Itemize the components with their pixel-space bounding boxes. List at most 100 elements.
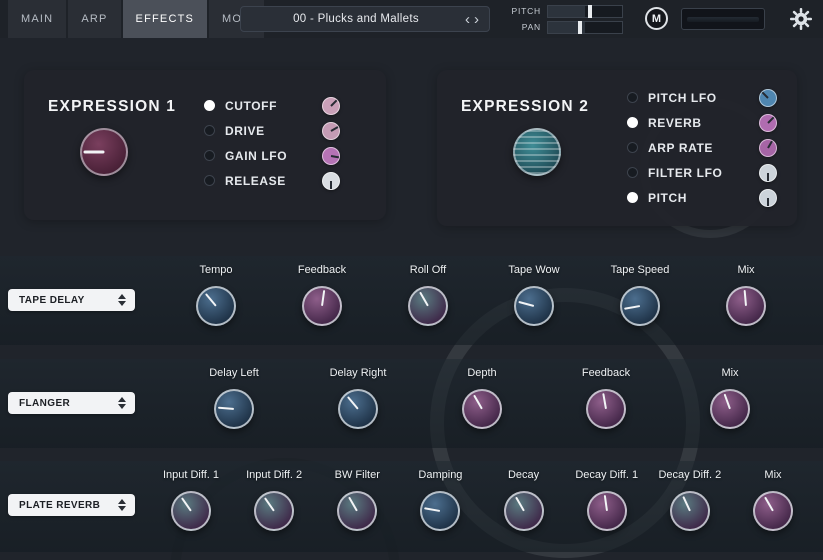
option-knob[interactable]: [759, 139, 777, 157]
knob-label: Damping: [418, 469, 462, 485]
fx-knob-strip: Delay LeftDelay RightDepthFeedbackMix: [190, 367, 774, 429]
knob-tempo[interactable]: [196, 286, 236, 326]
knob-decay[interactable]: [504, 491, 544, 531]
option-radio[interactable]: [627, 192, 638, 203]
option-radio[interactable]: [627, 167, 638, 178]
knob-cell: Input Diff. 2: [234, 469, 314, 531]
knob-cell: Feedback: [278, 264, 366, 326]
expression-option-release[interactable]: RELEASE: [204, 168, 340, 193]
knob-needle: [724, 394, 731, 410]
option-knob[interactable]: [322, 97, 340, 115]
tab-effects[interactable]: EFFECTS: [123, 0, 208, 38]
expression1-knob[interactable]: [80, 128, 128, 176]
preset-selector[interactable]: 00 - Plucks and Mallets ‹ ›: [240, 6, 490, 32]
knob-feedback[interactable]: [302, 286, 342, 326]
pitch-pan-block: PITCH PAN: [505, 4, 633, 36]
knob-bw-filter[interactable]: [337, 491, 377, 531]
knob-mix[interactable]: [726, 286, 766, 326]
option-knob[interactable]: [322, 122, 340, 140]
knob-tape-wow[interactable]: [514, 286, 554, 326]
knob-label: Delay Right: [330, 367, 387, 383]
knob-input-diff-1[interactable]: [171, 491, 211, 531]
settings-gear-icon[interactable]: [789, 7, 813, 31]
knob-cell: Input Diff. 1: [151, 469, 231, 531]
pitch-slider-fill: [548, 6, 585, 17]
preset-next-icon[interactable]: ›: [472, 12, 481, 27]
knob-needle: [205, 293, 217, 307]
option-knob[interactable]: [759, 189, 777, 207]
option-radio[interactable]: [204, 150, 215, 161]
tab-main[interactable]: MAIN: [8, 0, 66, 38]
knob-label: Decay Diff. 1: [575, 469, 638, 485]
expression2-knob[interactable]: [513, 128, 561, 176]
fx-selector-flanger[interactable]: FLANGER: [8, 392, 135, 414]
fx-selector-label: PLATE REVERB: [19, 500, 100, 511]
knob-cell: BW Filter: [317, 469, 397, 531]
option-radio[interactable]: [627, 117, 638, 128]
option-label: PITCH LFO: [648, 91, 759, 105]
knob-cell: Decay: [484, 469, 564, 531]
option-knob[interactable]: [759, 114, 777, 132]
tab-bar: MAINARPEFFECTSMOD: [8, 0, 264, 38]
option-radio[interactable]: [627, 92, 638, 103]
option-radio[interactable]: [204, 100, 215, 111]
master-slider[interactable]: [681, 8, 765, 30]
knob-needle: [518, 301, 534, 307]
knob-damping[interactable]: [420, 491, 460, 531]
expression-option-filter-lfo[interactable]: FILTER LFO: [627, 160, 777, 185]
option-radio[interactable]: [627, 142, 638, 153]
knob-needle: [473, 395, 483, 410]
option-radio[interactable]: [204, 125, 215, 136]
option-knob[interactable]: [322, 172, 340, 190]
knob-delay-left[interactable]: [214, 389, 254, 429]
fx-selector-plate-reverb[interactable]: PLATE REVERB: [8, 494, 135, 516]
expression1-options: CUTOFFDRIVE GAIN LFO RELEASE: [204, 93, 340, 193]
tab-arp[interactable]: ARP: [68, 0, 120, 38]
knob-depth[interactable]: [462, 389, 502, 429]
knob-needle: [602, 393, 607, 409]
pan-slider-handle[interactable]: [578, 21, 582, 34]
option-knob[interactable]: [322, 147, 340, 165]
option-knob[interactable]: [759, 164, 777, 182]
fx-selector-tape-delay[interactable]: TAPE DELAY: [8, 289, 135, 311]
knob-decay-diff-2[interactable]: [670, 491, 710, 531]
option-label: REVERB: [648, 116, 759, 130]
knob-needle: [744, 290, 747, 306]
knob-feedback[interactable]: [586, 389, 626, 429]
expression2-options: PITCH LFO REVERB ARP RATE FILTER LFO PITCH: [627, 85, 777, 210]
knob-label: Input Diff. 1: [163, 469, 219, 485]
expression-option-gain-lfo[interactable]: GAIN LFO: [204, 143, 340, 168]
expression2-panel: EXPRESSION 2 PITCH LFOREVERBARP RATEFILT…: [437, 70, 797, 226]
knob-cell: Mix: [686, 367, 774, 429]
knob-mix[interactable]: [710, 389, 750, 429]
knob-needle: [218, 407, 234, 410]
expression-option-arp-rate[interactable]: ARP RATE: [627, 135, 777, 160]
knob-mix[interactable]: [753, 491, 793, 531]
expression-option-pitch[interactable]: PITCH: [627, 185, 777, 210]
option-label: FILTER LFO: [648, 166, 759, 180]
expression-option-drive[interactable]: DRIVE: [204, 118, 340, 143]
pitch-slider[interactable]: [547, 5, 623, 18]
expression-option-reverb[interactable]: REVERB: [627, 110, 777, 135]
plugin-window: MAINARPEFFECTSMOD 00 - Plucks and Mallet…: [0, 0, 823, 560]
option-knob[interactable]: [759, 89, 777, 107]
pan-slider[interactable]: [547, 21, 623, 34]
preset-prev-icon[interactable]: ‹: [463, 12, 472, 27]
knob-input-diff-2[interactable]: [254, 491, 294, 531]
knob-decay-diff-1[interactable]: [587, 491, 627, 531]
knob-label: BW Filter: [335, 469, 380, 485]
knob-tape-speed[interactable]: [620, 286, 660, 326]
option-radio[interactable]: [204, 175, 215, 186]
mute-button[interactable]: M: [645, 7, 668, 30]
knob-needle: [83, 151, 104, 154]
option-label: RELEASE: [225, 174, 322, 188]
expression-option-pitch-lfo[interactable]: PITCH LFO: [627, 85, 777, 110]
pitch-slider-handle[interactable]: [588, 5, 592, 18]
option-label: GAIN LFO: [225, 149, 322, 163]
knob-label: Tempo: [199, 264, 232, 280]
knob-roll-off[interactable]: [408, 286, 448, 326]
knob-label: Input Diff. 2: [246, 469, 302, 485]
expression-option-cutoff[interactable]: CUTOFF: [204, 93, 340, 118]
expression1-panel: EXPRESSION 1 CUTOFFDRIVEGAIN LFORELEASE: [24, 70, 386, 220]
knob-delay-right[interactable]: [338, 389, 378, 429]
